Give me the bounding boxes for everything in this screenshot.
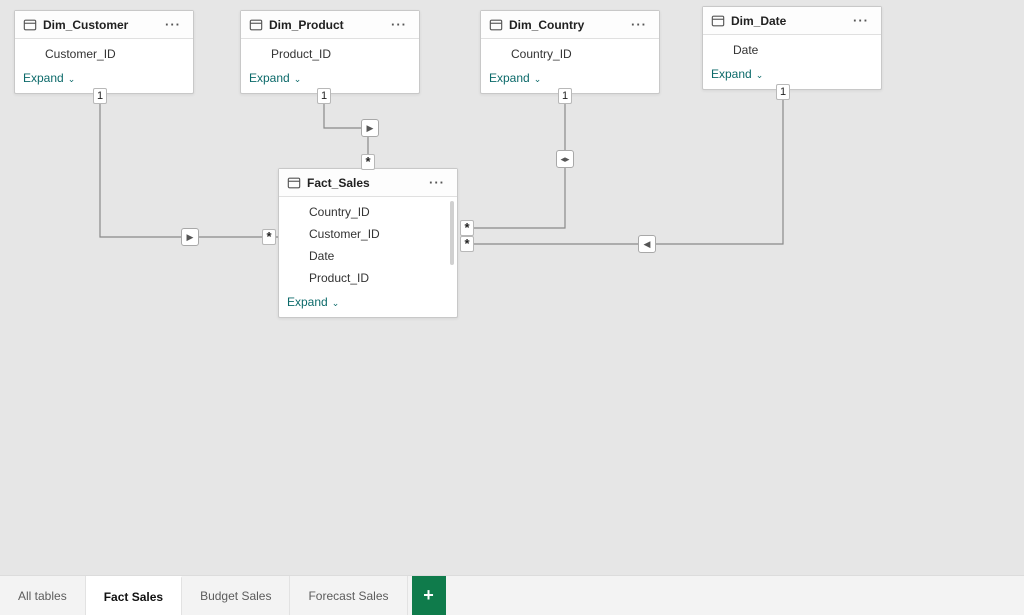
table-icon: [489, 18, 503, 32]
table-menu-button[interactable]: ···: [161, 17, 185, 32]
table-field[interactable]: Date: [279, 245, 457, 267]
table-title: Dim_Country: [509, 18, 584, 32]
layout-tab-forecast-sales[interactable]: Forecast Sales: [290, 576, 407, 615]
table-menu-button[interactable]: ···: [387, 17, 411, 32]
layout-tab-all-tables[interactable]: All tables: [0, 576, 86, 615]
table-icon: [249, 18, 263, 32]
table-dim-customer[interactable]: Dim_Customer ··· Customer_ID Expand ⌄: [14, 10, 194, 94]
table-field[interactable]: Customer_ID: [15, 43, 193, 65]
model-canvas[interactable]: Dim_Customer ··· Customer_ID Expand ⌄ Di…: [0, 0, 1024, 575]
table-field[interactable]: Date: [703, 39, 881, 61]
filter-direction-icon[interactable]: ▶: [181, 228, 199, 246]
table-field[interactable]: Country_ID: [481, 43, 659, 65]
table-title: Dim_Customer: [43, 18, 128, 32]
table-field[interactable]: Customer_ID: [279, 223, 457, 245]
filter-direction-icon[interactable]: ◀: [638, 235, 656, 253]
table-fact-sales[interactable]: Fact_Sales ··· Country_ID Customer_ID Da…: [278, 168, 458, 318]
layout-tab-fact-sales[interactable]: Fact Sales: [86, 576, 182, 615]
cardinality-many: *: [460, 236, 474, 252]
chevron-down-icon: ⌄: [294, 75, 302, 84]
table-field[interactable]: Country_ID: [279, 201, 457, 223]
table-field[interactable]: Product_ID: [241, 43, 419, 65]
cardinality-one: 1: [93, 88, 107, 104]
layout-tab-bar: All tables Fact Sales Budget Sales Forec…: [0, 575, 1024, 615]
table-menu-button[interactable]: ···: [425, 175, 449, 190]
table-title: Fact_Sales: [307, 176, 370, 190]
cardinality-one: 1: [558, 88, 572, 104]
table-menu-button[interactable]: ···: [849, 13, 873, 28]
cardinality-many: *: [262, 229, 276, 245]
table-icon: [711, 14, 725, 28]
chevron-down-icon: ⌄: [68, 75, 76, 84]
expand-button[interactable]: Expand ⌄: [703, 61, 881, 89]
cardinality-many: *: [361, 154, 375, 170]
add-layout-button[interactable]: +: [412, 576, 446, 615]
filter-direction-both-icon[interactable]: ◂▸: [556, 150, 574, 168]
chevron-down-icon: ⌄: [756, 71, 764, 80]
filter-direction-icon[interactable]: ▶: [361, 119, 379, 137]
chevron-down-icon: ⌄: [332, 299, 340, 308]
layout-tab-budget-sales[interactable]: Budget Sales: [182, 576, 290, 615]
cardinality-one: 1: [317, 88, 331, 104]
table-icon: [23, 18, 37, 32]
table-dim-product[interactable]: Dim_Product ··· Product_ID Expand ⌄: [240, 10, 420, 94]
chevron-down-icon: ⌄: [534, 75, 542, 84]
scrollbar-indicator[interactable]: [450, 201, 454, 265]
table-field[interactable]: Product_ID: [279, 267, 457, 289]
table-dim-country[interactable]: Dim_Country ··· Country_ID Expand ⌄: [480, 10, 660, 94]
cardinality-many: *: [460, 220, 474, 236]
table-dim-date[interactable]: Dim_Date ··· Date Expand ⌄: [702, 6, 882, 90]
table-title: Dim_Date: [731, 14, 786, 28]
cardinality-one: 1: [776, 84, 790, 100]
table-menu-button[interactable]: ···: [627, 17, 651, 32]
table-icon: [287, 176, 301, 190]
expand-button[interactable]: Expand ⌄: [279, 289, 457, 317]
table-title: Dim_Product: [269, 18, 344, 32]
